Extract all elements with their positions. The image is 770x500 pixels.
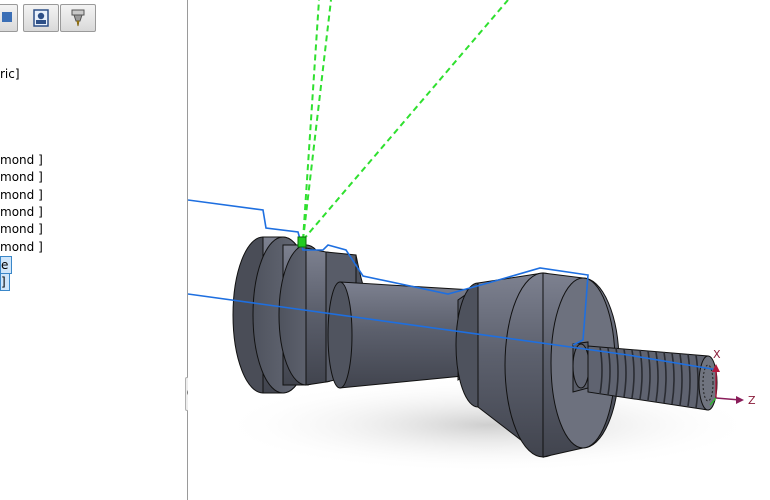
camworks-operation-tree-icon (71, 9, 85, 27)
axis-z-label: Z (748, 394, 756, 407)
tab-camworks-operation-tree[interactable] (60, 4, 96, 32)
feature-manager-panel: ric] mond ] mond ] mond ] mond ] mond ] … (0, 0, 188, 500)
main-shaft (327, 281, 474, 389)
tab-feature-manager[interactable] (0, 4, 18, 32)
camworks-feature-tree-icon (33, 9, 49, 27)
tree-item[interactable]: mond ] (0, 169, 46, 185)
tree-item-selected[interactable]: ] (0, 273, 10, 291)
turned-part-model: X Z (188, 0, 758, 473)
tool-rays (302, 0, 509, 241)
tool-marker (297, 236, 307, 248)
feature-manager-icon (2, 12, 12, 22)
axis-x-label: X (713, 348, 721, 361)
panel-tab-bar (0, 4, 187, 32)
tree-item[interactable]: ric] (0, 66, 23, 82)
tree-item[interactable]: mond ] (0, 204, 46, 220)
tab-camworks-feature-tree[interactable] (23, 4, 59, 32)
graphics-viewport[interactable]: X Z (188, 0, 770, 500)
tree-item[interactable]: mond ] (0, 221, 46, 237)
tree-item[interactable]: mond ] (0, 187, 46, 203)
tree-item[interactable]: mond ] (0, 152, 46, 168)
tree-item-selected[interactable]: e (0, 256, 13, 274)
tree-item[interactable]: mond ] (0, 239, 46, 255)
